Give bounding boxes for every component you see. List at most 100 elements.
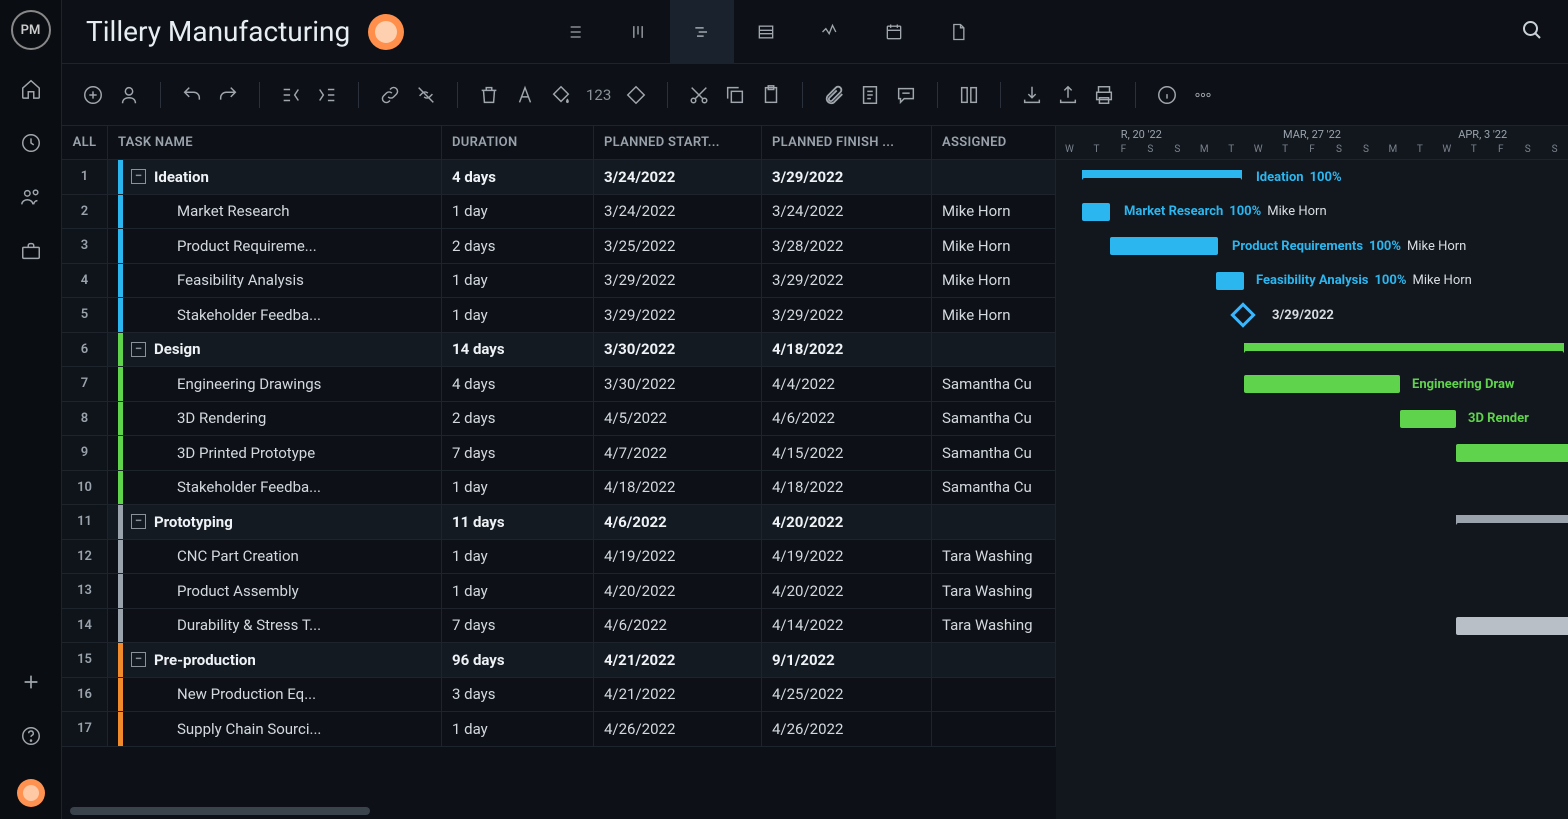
assigned-cell[interactable]: Mike Horn [932,264,1056,298]
copy-icon[interactable] [724,84,746,106]
view-list-icon[interactable] [542,0,606,64]
indent-icon[interactable] [316,84,338,106]
assigned-cell[interactable] [932,505,1056,539]
columns-icon[interactable] [958,84,980,106]
gantt-bar[interactable] [1456,515,1568,523]
finish-cell[interactable]: 3/29/2022 [762,298,932,332]
col-finish[interactable]: PLANNED FINISH ... [762,126,932,159]
duration-cell[interactable]: 4 days [442,160,594,194]
duration-cell[interactable]: 1 day [442,712,594,746]
export-icon[interactable] [1057,84,1079,106]
collapse-icon[interactable]: − [131,652,146,667]
task-name-cell[interactable]: −Design [108,333,442,367]
gantt-bar[interactable] [1082,203,1110,221]
duration-cell[interactable]: 96 days [442,643,594,677]
finish-cell[interactable]: 4/18/2022 [762,333,932,367]
help-icon[interactable] [20,725,42,751]
cut-icon[interactable] [688,84,710,106]
font-icon[interactable] [514,84,536,106]
task-name-cell[interactable]: Supply Chain Sourci... [108,712,442,746]
delete-icon[interactable] [478,84,500,106]
briefcase-icon[interactable] [20,240,42,266]
collapse-icon[interactable]: − [131,342,146,357]
gantt-bar[interactable] [1400,410,1456,428]
start-cell[interactable]: 3/24/2022 [594,195,762,229]
assigned-cell[interactable] [932,160,1056,194]
duration-cell[interactable]: 1 day [442,471,594,505]
start-cell[interactable]: 4/7/2022 [594,436,762,470]
assigned-cell[interactable]: Samantha Cu [932,471,1056,505]
assigned-cell[interactable]: Mike Horn [932,229,1056,263]
duration-cell[interactable]: 1 day [442,195,594,229]
info-icon[interactable] [1156,84,1178,106]
table-row[interactable]: 4Feasibility Analysis1 day3/29/20223/29/… [62,264,1056,299]
start-cell[interactable]: 4/5/2022 [594,402,762,436]
import-icon[interactable] [1021,84,1043,106]
finish-cell[interactable]: 4/6/2022 [762,402,932,436]
add-icon[interactable] [82,84,104,106]
col-duration[interactable]: DURATION [442,126,594,159]
start-cell[interactable]: 4/20/2022 [594,574,762,608]
assigned-cell[interactable] [932,712,1056,746]
unlink-icon[interactable] [415,84,437,106]
assigned-cell[interactable]: Tara Washing [932,574,1056,608]
more-icon[interactable] [1192,84,1214,106]
table-row[interactable]: 2Market Research1 day3/24/20223/24/2022M… [62,195,1056,230]
start-cell[interactable]: 4/6/2022 [594,609,762,643]
start-cell[interactable]: 3/24/2022 [594,160,762,194]
search-icon[interactable] [1520,18,1544,46]
assign-icon[interactable] [118,84,140,106]
task-name-cell[interactable]: Stakeholder Feedba... [108,298,442,332]
task-name-cell[interactable]: Stakeholder Feedba... [108,471,442,505]
task-name-cell[interactable]: New Production Eq... [108,678,442,712]
task-name-cell[interactable]: 3D Printed Prototype [108,436,442,470]
print-icon[interactable] [1093,84,1115,106]
view-calendar-icon[interactable] [862,0,926,64]
redo-icon[interactable] [217,84,239,106]
table-row[interactable]: 6−Design14 days3/30/20224/18/2022 [62,333,1056,368]
col-all[interactable]: ALL [62,126,108,159]
start-cell[interactable]: 4/26/2022 [594,712,762,746]
duration-cell[interactable]: 14 days [442,333,594,367]
logo[interactable]: PM [11,10,51,50]
table-row[interactable]: 17Supply Chain Sourci...1 day4/26/20224/… [62,712,1056,747]
table-row[interactable]: 16New Production Eq...3 days4/21/20224/2… [62,678,1056,713]
task-name-cell[interactable]: Feasibility Analysis [108,264,442,298]
paste-icon[interactable] [760,84,782,106]
table-row[interactable]: 13Product Assembly1 day4/20/20224/20/202… [62,574,1056,609]
task-name-cell[interactable]: 3D Rendering [108,402,442,436]
duration-cell[interactable]: 1 day [442,298,594,332]
horizontal-scrollbar[interactable] [62,807,992,817]
task-name-cell[interactable]: −Prototyping [108,505,442,539]
gantt-bar[interactable] [1110,237,1218,255]
table-row[interactable]: 83D Rendering2 days4/5/20224/6/2022Saman… [62,402,1056,437]
table-row[interactable]: 3Product Requireme...2 days3/25/20223/28… [62,229,1056,264]
assigned-cell[interactable]: Mike Horn [932,195,1056,229]
start-cell[interactable]: 3/25/2022 [594,229,762,263]
gantt-bar[interactable] [1082,170,1242,178]
task-name-cell[interactable]: Engineering Drawings [108,367,442,401]
plus-icon[interactable] [20,671,42,697]
gantt-bar[interactable] [1216,272,1244,290]
attachment-icon[interactable] [823,84,845,106]
gantt-chart[interactable]: R, 20 '22MAR, 27 '22APR, 3 '22 WTFSSMTWT… [1056,126,1568,819]
gantt-bar[interactable] [1456,617,1568,635]
start-cell[interactable]: 3/29/2022 [594,264,762,298]
duration-cell[interactable]: 7 days [442,609,594,643]
finish-cell[interactable]: 3/28/2022 [762,229,932,263]
assigned-cell[interactable]: Tara Washing [932,609,1056,643]
task-name-cell[interactable]: Product Requireme... [108,229,442,263]
assigned-cell[interactable]: Tara Washing [932,540,1056,574]
user-avatar-small[interactable] [17,779,45,807]
milestone-icon[interactable] [625,84,647,106]
col-task[interactable]: TASK NAME [108,126,442,159]
start-cell[interactable]: 4/18/2022 [594,471,762,505]
finish-cell[interactable]: 9/1/2022 [762,643,932,677]
assigned-cell[interactable]: Samantha Cu [932,402,1056,436]
collapse-icon[interactable]: − [131,514,146,529]
start-cell[interactable]: 3/30/2022 [594,333,762,367]
table-row[interactable]: 12CNC Part Creation1 day4/19/20224/19/20… [62,540,1056,575]
finish-cell[interactable]: 4/4/2022 [762,367,932,401]
finish-cell[interactable]: 3/29/2022 [762,264,932,298]
finish-cell[interactable]: 4/20/2022 [762,574,932,608]
